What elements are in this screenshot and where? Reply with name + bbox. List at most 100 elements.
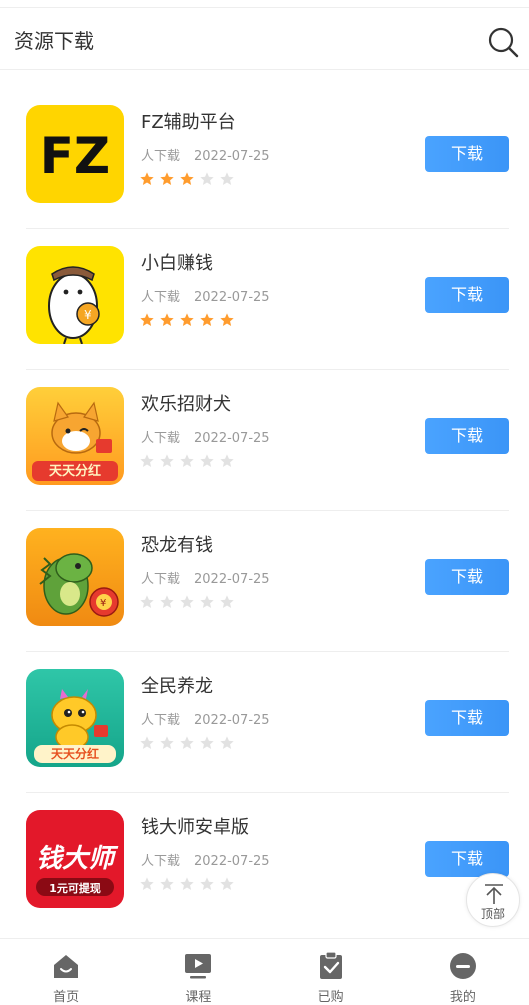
app-name: 欢乐招财犬: [141, 394, 231, 415]
mascot-egg-icon: ¥: [48, 266, 100, 344]
tab-home[interactable]: 首页: [0, 939, 132, 1005]
star-icon: [140, 172, 154, 185]
download-count-label: 人下载: [141, 149, 181, 164]
star-icon: [180, 595, 194, 608]
star-icon: [200, 313, 214, 326]
app-meta: 人下载 2022-07-25: [141, 850, 270, 869]
star-icon: [220, 736, 234, 749]
back-to-top-button[interactable]: 顶部: [466, 873, 520, 927]
release-date: 2022-07-25: [194, 149, 270, 164]
list-item[interactable]: FZ FZ辅助平台 人下载 2022-07-25 下载: [0, 88, 529, 229]
app-icon-text: 钱大师: [35, 844, 114, 874]
back-to-top-label: 顶部: [480, 907, 505, 921]
star-icon: [160, 313, 174, 326]
download-count-label: 人下载: [141, 431, 181, 446]
search-icon[interactable]: [487, 26, 519, 58]
star-icon: [160, 736, 174, 749]
tab-label: 课程: [185, 990, 212, 1005]
app-icon-qiandashi: 钱大师 1元可提现: [26, 810, 124, 908]
app-name: 钱大师安卓版: [141, 817, 249, 838]
star-icon: [160, 172, 174, 185]
profile-icon: [449, 953, 476, 979]
rating-stars: [139, 453, 235, 469]
star-icon: [220, 877, 234, 890]
star-icon: [220, 172, 234, 185]
release-date: 2022-07-25: [194, 854, 270, 869]
dinosaur-icon: ¥: [39, 553, 119, 617]
arrow-up-icon: [485, 884, 503, 904]
app-icon-dragon: 天天分红: [26, 669, 124, 767]
star-icon: [180, 736, 194, 749]
app-icon-text: 天天分红: [48, 464, 101, 479]
star-icon: [180, 454, 194, 467]
tab-courses[interactable]: 课程: [132, 939, 264, 1005]
app-meta: 人下载 2022-07-25: [141, 709, 270, 728]
star-icon: [140, 454, 154, 467]
svg-text:¥: ¥: [84, 308, 92, 322]
tab-label: 首页: [53, 990, 80, 1005]
app-icon-dog: 天天分红: [26, 387, 124, 485]
app-name: 恐龙有钱: [141, 535, 213, 556]
app-icon-xiaobai: ¥: [26, 246, 124, 344]
app-icon-text: 天天分红: [50, 747, 99, 761]
app-meta: 人下载 2022-07-25: [141, 568, 270, 587]
download-count-label: 人下载: [141, 713, 181, 728]
clipboard-check-icon: [319, 951, 342, 979]
star-icon: [160, 595, 174, 608]
app-meta: 人下载 2022-07-25: [141, 286, 270, 305]
app-icon-text: FZ: [39, 127, 111, 185]
star-icon: [220, 595, 234, 608]
app-icon-dinosaur: ¥: [26, 528, 124, 626]
app-name: 小白赚钱: [141, 253, 213, 274]
star-icon: [200, 736, 214, 749]
download-button[interactable]: 下载: [425, 277, 509, 313]
download-button[interactable]: 下载: [425, 700, 509, 736]
rating-stars: [139, 735, 235, 751]
page-title: 资源下载: [14, 29, 94, 53]
svg-text:¥: ¥: [100, 598, 106, 609]
release-date: 2022-07-25: [194, 713, 270, 728]
download-count-label: 人下载: [141, 290, 181, 305]
release-date: 2022-07-25: [194, 572, 270, 587]
star-icon: [140, 736, 154, 749]
app-icon-fz: FZ: [26, 105, 124, 203]
video-icon: [185, 954, 212, 979]
list-item[interactable]: 钱大师 1元可提现 钱大师安卓版 人下载 2022-07-25 下载: [0, 793, 529, 934]
download-button[interactable]: 下载: [425, 418, 509, 454]
download-button[interactable]: 下载: [425, 559, 509, 595]
resource-list: FZ FZ辅助平台 人下载 2022-07-25 下载 ¥ 小白赚钱 人下载 202…: [0, 88, 529, 934]
star-icon: [220, 454, 234, 467]
rating-stars: [139, 594, 235, 610]
app-name: FZ辅助平台: [141, 112, 236, 133]
tab-purchased[interactable]: 已购: [265, 939, 397, 1005]
home-icon: [54, 955, 79, 978]
star-icon: [140, 595, 154, 608]
star-icon: [200, 877, 214, 890]
star-icon: [160, 454, 174, 467]
star-icon: [160, 877, 174, 890]
star-icon: [180, 172, 194, 185]
star-icon: [200, 454, 214, 467]
star-icon: [140, 313, 154, 326]
list-item[interactable]: ¥ 小白赚钱 人下载 2022-07-25 下载: [0, 229, 529, 370]
tab-label: 已购: [317, 990, 344, 1005]
star-icon: [220, 313, 234, 326]
tab-label: 我的: [449, 990, 476, 1005]
app-meta: 人下载 2022-07-25: [141, 427, 270, 446]
app-icon-subtext: 1元可提现: [49, 882, 101, 895]
download-button[interactable]: 下载: [425, 841, 509, 877]
download-count-label: 人下载: [141, 854, 181, 869]
rating-stars: [139, 312, 235, 328]
rating-stars: [139, 876, 235, 892]
bottom-tab-bar: 首页 课程 已购 我的: [0, 938, 529, 1005]
star-icon: [180, 877, 194, 890]
app-meta: 人下载 2022-07-25: [141, 145, 270, 164]
list-item[interactable]: 天天分红 欢乐招财犬 人下载 2022-07-25 下载: [0, 370, 529, 511]
star-icon: [180, 313, 194, 326]
tab-mine[interactable]: 我的: [397, 939, 529, 1005]
download-button[interactable]: 下载: [425, 136, 509, 172]
list-item[interactable]: ¥ 恐龙有钱 人下载 2022-07-25 下载: [0, 511, 529, 652]
list-item[interactable]: 天天分红 全民养龙 人下载 2022-07-25 下载: [0, 652, 529, 793]
star-icon: [140, 877, 154, 890]
release-date: 2022-07-25: [194, 290, 270, 305]
